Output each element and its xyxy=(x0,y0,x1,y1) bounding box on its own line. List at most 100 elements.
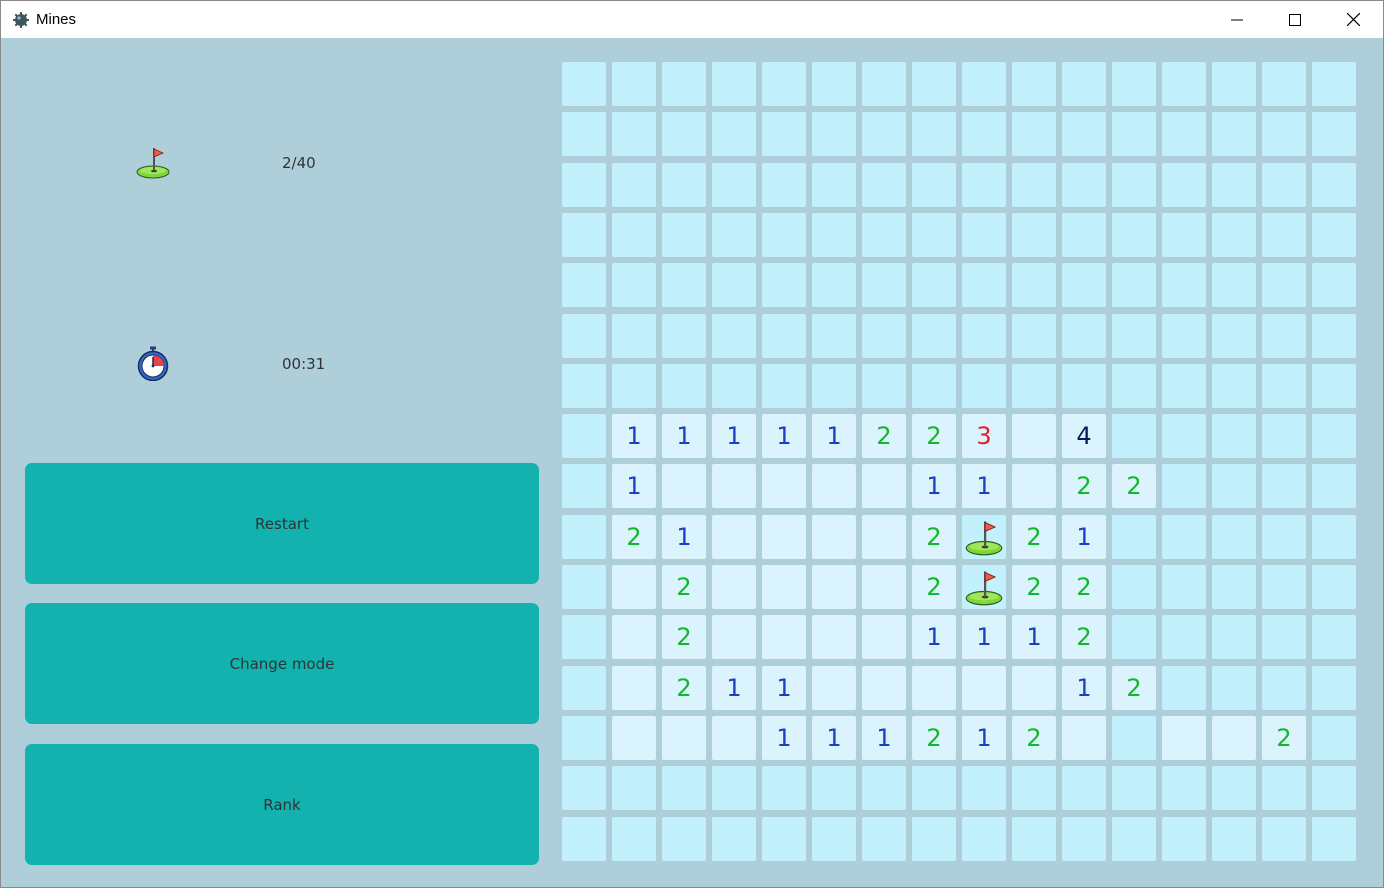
cell-flagged[interactable] xyxy=(962,515,1006,559)
cell-covered[interactable] xyxy=(612,766,656,810)
cell-covered[interactable] xyxy=(1112,364,1156,408)
cell-covered[interactable] xyxy=(1262,666,1306,710)
cell-covered[interactable] xyxy=(562,766,606,810)
cell-open-empty[interactable] xyxy=(662,464,706,508)
cell-covered[interactable] xyxy=(1312,364,1356,408)
cell-open-empty[interactable] xyxy=(712,515,756,559)
cell-covered[interactable] xyxy=(762,817,806,861)
cell-covered[interactable] xyxy=(1162,112,1206,156)
cell-covered[interactable] xyxy=(1262,62,1306,106)
cell-covered[interactable] xyxy=(562,464,606,508)
cell-covered[interactable] xyxy=(1312,314,1356,358)
cell-covered[interactable] xyxy=(1262,515,1306,559)
cell-covered[interactable] xyxy=(1012,817,1056,861)
cell-covered[interactable] xyxy=(1312,263,1356,307)
cell-covered[interactable] xyxy=(1262,766,1306,810)
cell-number[interactable]: 2 xyxy=(1012,716,1056,760)
cell-number[interactable]: 1 xyxy=(612,414,656,458)
cell-covered[interactable] xyxy=(962,112,1006,156)
cell-covered[interactable] xyxy=(1262,213,1306,257)
cell-covered[interactable] xyxy=(812,263,856,307)
cell-covered[interactable] xyxy=(1212,817,1256,861)
cell-covered[interactable] xyxy=(662,163,706,207)
cell-covered[interactable] xyxy=(612,163,656,207)
cell-covered[interactable] xyxy=(562,314,606,358)
cell-number[interactable]: 2 xyxy=(912,515,956,559)
cell-open-empty[interactable] xyxy=(1012,464,1056,508)
cell-covered[interactable] xyxy=(712,817,756,861)
cell-open-empty[interactable] xyxy=(862,464,906,508)
cell-covered[interactable] xyxy=(1212,414,1256,458)
cell-number[interactable]: 2 xyxy=(612,515,656,559)
cell-covered[interactable] xyxy=(662,62,706,106)
cell-covered[interactable] xyxy=(962,314,1006,358)
cell-covered[interactable] xyxy=(1312,414,1356,458)
cell-covered[interactable] xyxy=(612,112,656,156)
cell-covered[interactable] xyxy=(1112,615,1156,659)
maximize-button[interactable] xyxy=(1266,1,1324,38)
cell-covered[interactable] xyxy=(1312,615,1356,659)
cell-covered[interactable] xyxy=(1212,766,1256,810)
cell-covered[interactable] xyxy=(562,364,606,408)
cell-covered[interactable] xyxy=(912,163,956,207)
cell-number[interactable]: 2 xyxy=(1012,565,1056,609)
cell-covered[interactable] xyxy=(562,615,606,659)
cell-covered[interactable] xyxy=(1162,263,1206,307)
cell-covered[interactable] xyxy=(862,364,906,408)
cell-open-empty[interactable] xyxy=(862,615,906,659)
cell-covered[interactable] xyxy=(562,414,606,458)
cell-covered[interactable] xyxy=(562,62,606,106)
cell-number[interactable]: 1 xyxy=(812,716,856,760)
cell-covered[interactable] xyxy=(862,314,906,358)
cell-covered[interactable] xyxy=(762,213,806,257)
cell-covered[interactable] xyxy=(1112,766,1156,810)
cell-covered[interactable] xyxy=(912,213,956,257)
cell-number[interactable]: 1 xyxy=(962,464,1006,508)
cell-covered[interactable] xyxy=(1212,263,1256,307)
cell-covered[interactable] xyxy=(662,213,706,257)
cell-covered[interactable] xyxy=(862,213,906,257)
cell-covered[interactable] xyxy=(1262,565,1306,609)
cell-covered[interactable] xyxy=(562,817,606,861)
cell-open-empty[interactable] xyxy=(862,666,906,710)
cell-covered[interactable] xyxy=(962,213,1006,257)
cell-covered[interactable] xyxy=(1212,464,1256,508)
cell-number[interactable]: 1 xyxy=(662,414,706,458)
cell-covered[interactable] xyxy=(1212,565,1256,609)
cell-number[interactable]: 1 xyxy=(762,414,806,458)
cell-open-empty[interactable] xyxy=(962,666,1006,710)
cell-open-empty[interactable] xyxy=(762,515,806,559)
cell-open-empty[interactable] xyxy=(762,565,806,609)
cell-open-empty[interactable] xyxy=(712,565,756,609)
cell-covered[interactable] xyxy=(962,766,1006,810)
cell-covered[interactable] xyxy=(1012,62,1056,106)
cell-covered[interactable] xyxy=(1212,615,1256,659)
cell-covered[interactable] xyxy=(1062,314,1106,358)
cell-open-empty[interactable] xyxy=(1212,716,1256,760)
cell-covered[interactable] xyxy=(1162,817,1206,861)
cell-covered[interactable] xyxy=(1312,112,1356,156)
cell-covered[interactable] xyxy=(712,766,756,810)
cell-covered[interactable] xyxy=(962,364,1006,408)
cell-covered[interactable] xyxy=(1262,112,1306,156)
restart-button[interactable]: Restart xyxy=(25,463,539,584)
cell-number[interactable]: 1 xyxy=(962,716,1006,760)
cell-open-empty[interactable] xyxy=(1012,666,1056,710)
cell-open-empty[interactable] xyxy=(762,615,806,659)
cell-open-empty[interactable] xyxy=(762,464,806,508)
cell-number[interactable]: 1 xyxy=(712,414,756,458)
cell-covered[interactable] xyxy=(562,565,606,609)
cell-number[interactable]: 2 xyxy=(1112,464,1156,508)
cell-covered[interactable] xyxy=(1112,112,1156,156)
cell-covered[interactable] xyxy=(912,314,956,358)
cell-covered[interactable] xyxy=(662,314,706,358)
cell-covered[interactable] xyxy=(712,213,756,257)
cell-open-empty[interactable] xyxy=(812,515,856,559)
cell-covered[interactable] xyxy=(1012,314,1056,358)
cell-open-empty[interactable] xyxy=(612,666,656,710)
cell-covered[interactable] xyxy=(812,112,856,156)
cell-open-empty[interactable] xyxy=(662,716,706,760)
cell-covered[interactable] xyxy=(912,817,956,861)
cell-covered[interactable] xyxy=(712,364,756,408)
cell-covered[interactable] xyxy=(912,364,956,408)
